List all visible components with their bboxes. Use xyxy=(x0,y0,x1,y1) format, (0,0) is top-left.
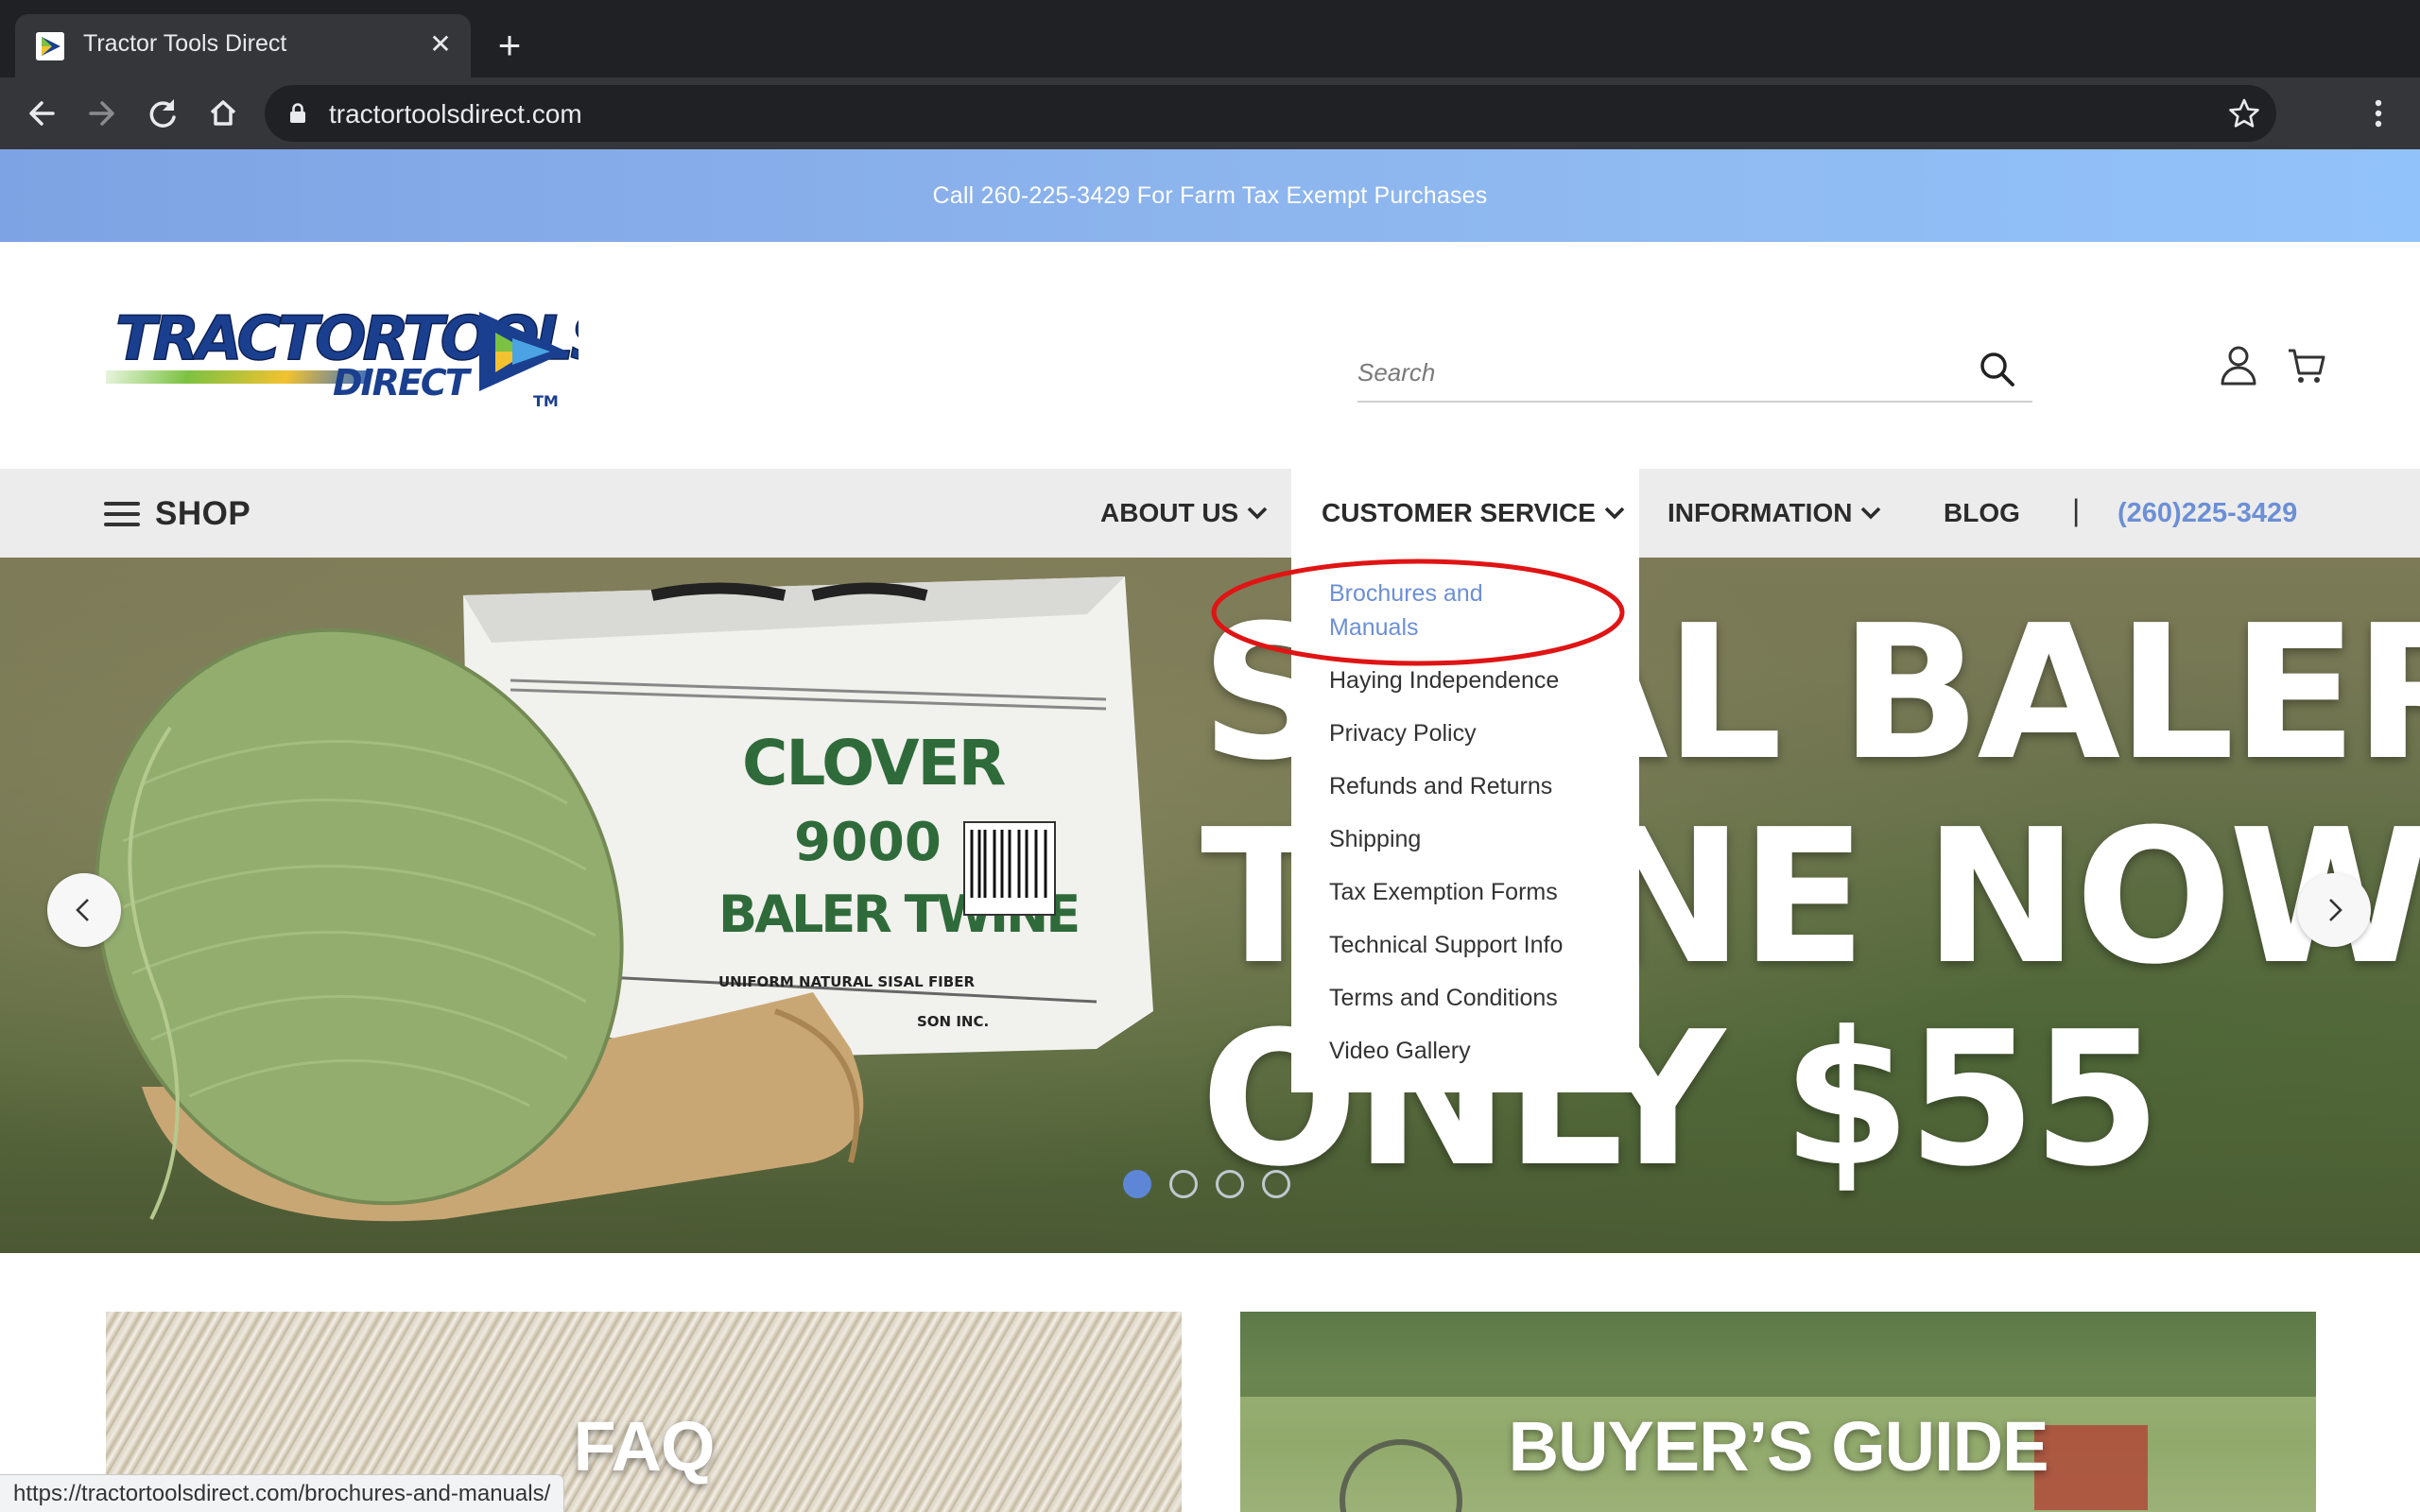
chevron-right-icon xyxy=(2329,899,2342,921)
tab-close-icon[interactable]: ✕ xyxy=(424,27,458,61)
hamburger-icon xyxy=(104,500,142,528)
nav-about-us-label: ABOUT US xyxy=(1100,498,1239,527)
nav-phone-link[interactable]: (260)225-3429 xyxy=(2118,469,2297,558)
slider-dots xyxy=(1123,1170,1308,1198)
tab-title: Tractor Tools Direct xyxy=(83,30,287,57)
slider-prev-button[interactable] xyxy=(47,873,121,947)
search-icon[interactable] xyxy=(1978,350,2017,389)
nav-information[interactable]: INFORMATION xyxy=(1668,469,1882,558)
site-header: TRACTORTOOLS DIRECT TM xyxy=(0,242,2420,469)
back-icon[interactable] xyxy=(19,91,64,136)
browser-menu-icon[interactable] xyxy=(2358,93,2399,134)
nav-blog[interactable]: BLOG xyxy=(1944,469,2020,558)
chevron-down-icon xyxy=(1247,507,1268,520)
nav-information-label: INFORMATION xyxy=(1668,498,1853,527)
dropdown-item-video-gallery[interactable]: Video Gallery xyxy=(1329,1034,1471,1068)
logo-line2: DIRECT xyxy=(333,362,473,404)
nav-about-us[interactable]: ABOUT US xyxy=(1100,469,1269,558)
url-text[interactable]: tractortoolsdirect.com xyxy=(329,99,582,129)
chevron-left-icon xyxy=(76,899,89,921)
address-bar[interactable]: tractortoolsdirect.com xyxy=(265,85,2276,142)
dropdown-item-refunds-returns[interactable]: Refunds and Returns xyxy=(1329,769,1552,803)
promo-text: Call 260-225-3429 For Farm Tax Exempt Pu… xyxy=(932,182,1488,209)
package-number: 9000 xyxy=(794,812,942,873)
search-input[interactable] xyxy=(1357,353,1962,391)
browser-tab-bar: Tractor Tools Direct ✕ + xyxy=(0,0,2420,77)
dropdown-item-terms-conditions[interactable]: Terms and Conditions xyxy=(1329,981,1558,1015)
buyers-guide-tile-title: BUYER’S GUIDE xyxy=(1508,1407,2049,1486)
forward-icon[interactable] xyxy=(79,91,125,136)
slider-dot[interactable] xyxy=(1123,1170,1151,1198)
chevron-down-icon xyxy=(1861,507,1881,520)
buyers-guide-tile[interactable]: BUYER’S GUIDE xyxy=(1240,1312,2316,1512)
slider-dot[interactable] xyxy=(1216,1170,1244,1198)
dropdown-item-tax-exemption-forms[interactable]: Tax Exemption Forms xyxy=(1329,875,1558,909)
cart-icon[interactable] xyxy=(2286,346,2327,386)
promo-banner: Call 260-225-3429 For Farm Tax Exempt Pu… xyxy=(0,149,2420,242)
dropdown-item-shipping[interactable]: Shipping xyxy=(1329,822,1421,856)
logo-tm: TM xyxy=(533,392,559,410)
nav-customer-service-label: CUSTOMER SERVICE xyxy=(1322,498,1596,527)
slider-next-button[interactable] xyxy=(2297,873,2371,947)
new-tab-button[interactable]: + xyxy=(488,24,531,67)
annotation-circle xyxy=(1211,558,1625,666)
favicon-icon xyxy=(36,32,64,60)
reload-icon[interactable] xyxy=(140,91,185,136)
search-box xyxy=(1357,346,2032,403)
status-bar-url: https://tractortoolsdirect.com/brochures… xyxy=(0,1474,565,1512)
package-maker: SON INC. xyxy=(917,1013,989,1030)
slider-dot[interactable] xyxy=(1169,1170,1198,1198)
lock-icon[interactable] xyxy=(285,101,310,126)
chevron-down-icon xyxy=(1604,507,1625,520)
dropdown-item-privacy-policy[interactable]: Privacy Policy xyxy=(1329,716,1477,750)
site-logo[interactable]: TRACTORTOOLS DIRECT TM xyxy=(84,301,615,414)
bookmark-star-icon[interactable] xyxy=(2225,94,2263,132)
package-fiber: UNIFORM NATURAL SISAL FIBER xyxy=(718,973,975,990)
nav-customer-service[interactable]: CUSTOMER SERVICE xyxy=(1291,469,1639,558)
package-brand: CLOVER xyxy=(742,727,1006,799)
nav-blog-label: BLOG xyxy=(1944,498,2020,527)
main-nav: SHOP ABOUT US CUSTOMER SERVICE INFORMATI… xyxy=(0,469,2420,558)
shop-label: SHOP xyxy=(155,495,251,532)
browser-tab[interactable]: Tractor Tools Direct ✕ xyxy=(15,14,471,77)
account-icon[interactable] xyxy=(2218,344,2259,387)
dropdown-item-technical-support[interactable]: Technical Support Info xyxy=(1329,928,1563,962)
browser-toolbar: tractortoolsdirect.com xyxy=(0,77,2420,149)
feature-tiles: FAQ BUYER’S GUIDE xyxy=(0,1253,2420,1512)
shop-menu-button[interactable]: SHOP xyxy=(104,495,251,533)
nav-separator: | xyxy=(2072,493,2081,527)
home-icon[interactable] xyxy=(200,91,246,136)
slider-dot[interactable] xyxy=(1262,1170,1290,1198)
